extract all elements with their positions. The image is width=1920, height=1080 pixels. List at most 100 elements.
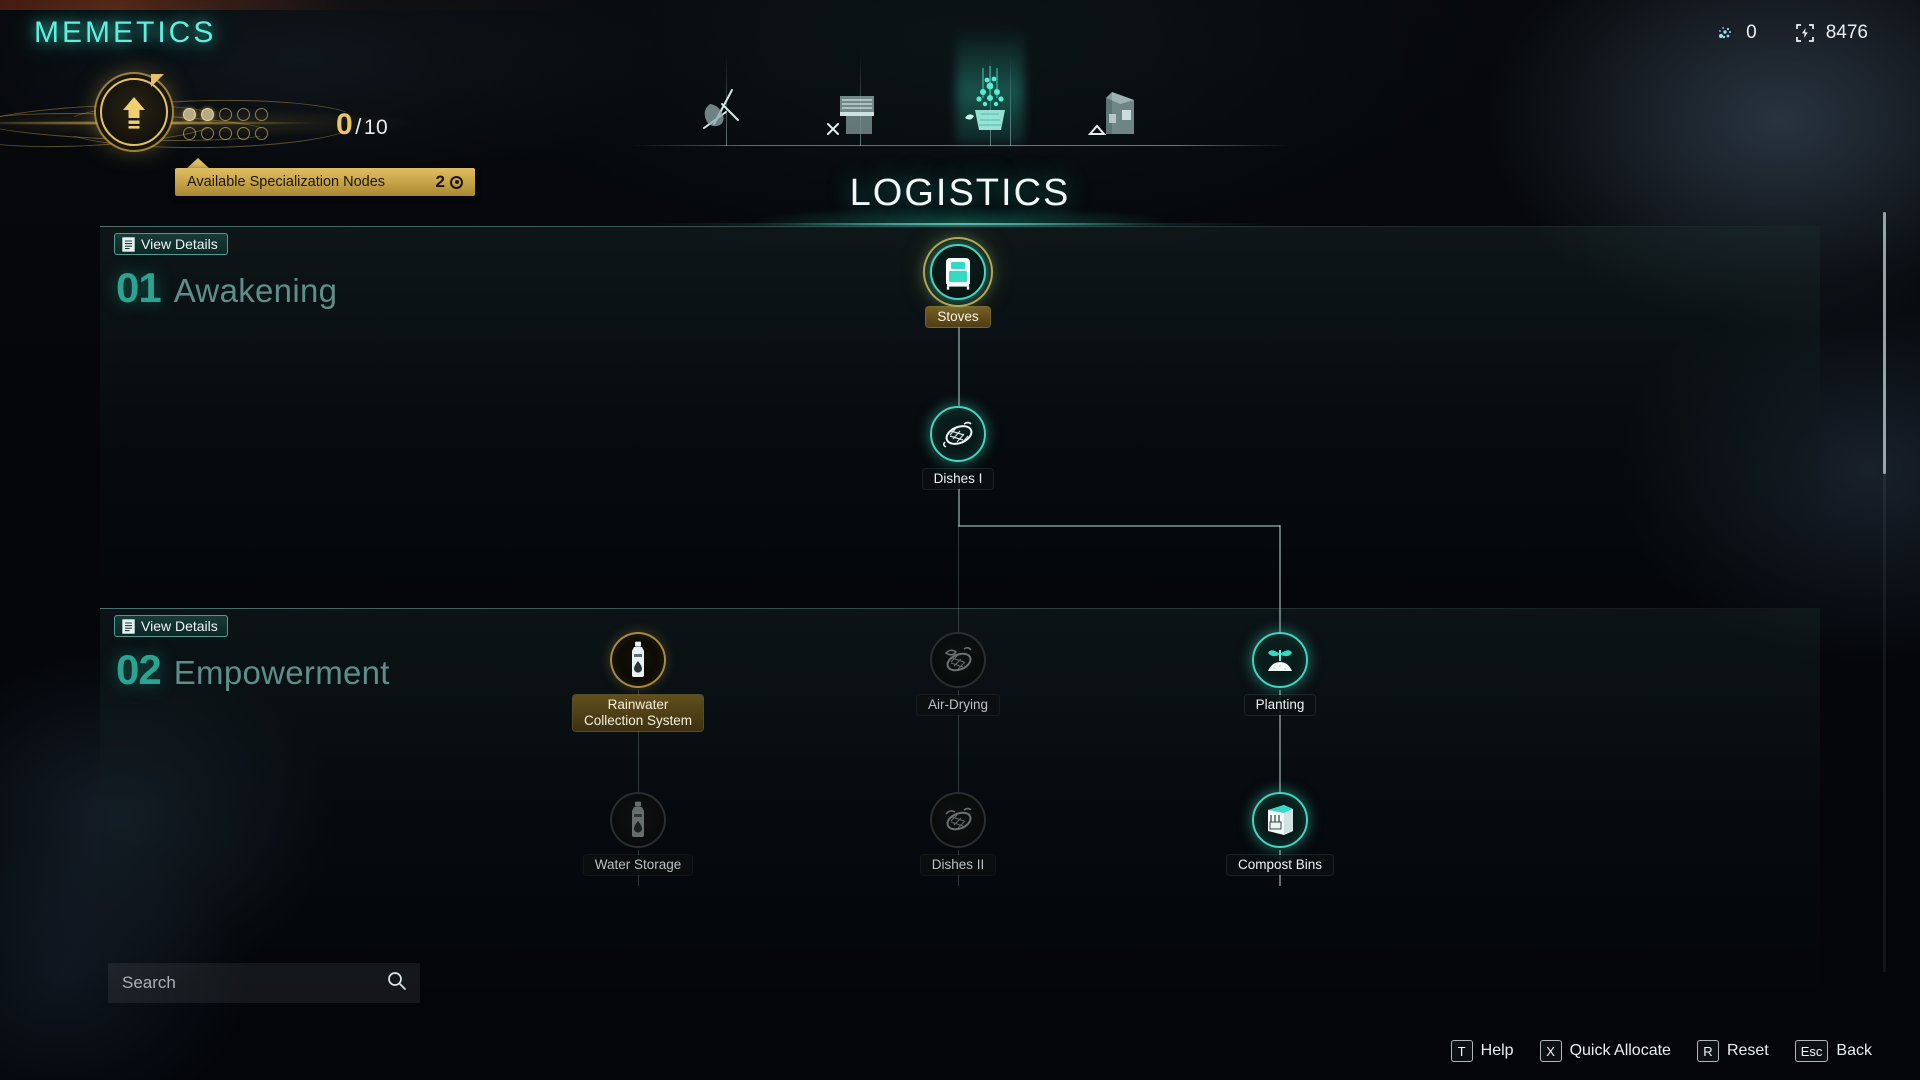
tier-number: 01 xyxy=(116,264,162,311)
top-edge-glow xyxy=(0,0,1920,10)
search-icon[interactable] xyxy=(387,971,406,995)
level-dot xyxy=(183,108,196,121)
water-bottle-icon xyxy=(632,801,644,837)
node-label: Compost Bins xyxy=(1226,855,1334,875)
node-label: Water Storage xyxy=(583,855,693,875)
category-rail xyxy=(630,145,1290,146)
skill-node-dishes-1[interactable]: Dishes I xyxy=(888,406,1028,489)
footer-hints: T Help X Quick Allocate R Reset Esc Back xyxy=(1450,1040,1872,1062)
node-label: Stoves xyxy=(926,307,990,327)
tier-name: Empowerment xyxy=(173,654,390,691)
compost-bin-icon xyxy=(1268,805,1293,835)
level-dot xyxy=(255,127,268,140)
tier-divider xyxy=(100,608,1820,609)
node-ring xyxy=(610,792,666,848)
node-ring xyxy=(930,244,986,300)
drying-meat-icon xyxy=(944,646,972,672)
tier-header-awakening: 01 Awakening xyxy=(116,264,337,312)
skill-node-air-drying[interactable]: Air-Drying xyxy=(888,632,1028,715)
search-box[interactable] xyxy=(108,963,420,1003)
footer-hint-help[interactable]: T Help xyxy=(1450,1040,1514,1062)
skill-node-rainwater-collection-system[interactable]: Rainwater Collection System xyxy=(568,632,708,731)
shards-icon xyxy=(1715,23,1735,43)
level-counter: 0 / 10 xyxy=(336,108,388,142)
footer-hint-reset[interactable]: R Reset xyxy=(1696,1040,1769,1062)
workbench-icon xyxy=(827,96,874,135)
upgrade-arrow-icon xyxy=(123,97,145,129)
seedling-icon xyxy=(1268,650,1292,671)
axe-tool-icon xyxy=(703,89,739,129)
level-progress-dots xyxy=(183,108,272,144)
level-separator: / xyxy=(355,114,362,139)
document-icon xyxy=(122,618,135,634)
node-ring xyxy=(930,406,986,462)
skill-node-stoves[interactable]: Stoves xyxy=(888,244,1028,327)
level-streak-glow xyxy=(0,97,560,153)
page-title: LOGISTICS xyxy=(849,172,1071,214)
hint-label: Back xyxy=(1836,1042,1872,1059)
tier-header-empowerment: 02 Empowerment xyxy=(116,646,390,694)
category-tab-logistics[interactable] xyxy=(946,62,1034,140)
node-ring xyxy=(930,792,986,848)
document-icon xyxy=(122,236,135,252)
hint-label: Reset xyxy=(1726,1042,1769,1059)
house-icon xyxy=(1087,92,1134,135)
dish-food-icon xyxy=(945,807,972,831)
level-max: 10 xyxy=(363,116,389,139)
stove-icon xyxy=(946,258,970,290)
currency-bar: 0 8476 xyxy=(1715,22,1868,44)
category-tab-shelter[interactable] xyxy=(1074,62,1162,140)
keycap: X xyxy=(1539,1040,1562,1062)
water-bottle-icon xyxy=(632,641,644,677)
skill-node-compost-bins[interactable]: Compost Bins xyxy=(1210,792,1350,875)
scrollbar-thumb[interactable] xyxy=(1883,212,1886,474)
level-dot xyxy=(255,108,268,121)
level-progress-widget xyxy=(0,74,560,169)
level-dot xyxy=(219,127,232,140)
currency-shards: 0 xyxy=(1715,22,1757,44)
node-ring xyxy=(1252,792,1308,848)
view-details-button-tier2[interactable]: View Details xyxy=(114,615,228,637)
node-label: Dishes II xyxy=(920,855,996,875)
category-tab-survival[interactable] xyxy=(678,62,766,140)
page-heading-memetics: MEMETICS xyxy=(34,16,217,49)
level-dot xyxy=(237,108,250,121)
level-dot xyxy=(201,108,214,121)
skill-node-water-storage[interactable]: Water Storage xyxy=(568,792,708,875)
planter-crate-icon xyxy=(965,66,1005,130)
level-badge[interactable] xyxy=(100,78,168,146)
node-ring xyxy=(1252,632,1308,688)
category-nav xyxy=(630,56,1290,146)
search-input[interactable] xyxy=(122,973,387,993)
node-label: Dishes I xyxy=(922,469,994,489)
currency-chips-value: 8476 xyxy=(1825,22,1868,43)
chip-icon xyxy=(1795,23,1815,43)
keycap: T xyxy=(1450,1040,1473,1062)
scrollbar-track[interactable] xyxy=(1883,212,1886,972)
skill-node-dishes-2[interactable]: Dishes II xyxy=(888,792,1028,875)
skill-node-planting[interactable]: Planting xyxy=(1210,632,1350,715)
category-tab-crafting[interactable] xyxy=(812,62,900,140)
view-details-label: View Details xyxy=(141,236,218,252)
hint-label: Help xyxy=(1480,1042,1514,1059)
view-details-label: View Details xyxy=(141,618,218,634)
currency-chips: 8476 xyxy=(1795,22,1868,44)
hint-label: Quick Allocate xyxy=(1569,1042,1671,1059)
footer-hint-quick-allocate[interactable]: X Quick Allocate xyxy=(1539,1040,1671,1062)
view-details-button-tier1[interactable]: View Details xyxy=(114,233,228,255)
level-badge-tip xyxy=(151,74,164,87)
node-ring xyxy=(610,632,666,688)
tier-name: Awakening xyxy=(173,272,338,309)
footer-hint-back[interactable]: Esc Back xyxy=(1794,1040,1872,1062)
currency-shards-value: 0 xyxy=(1746,22,1757,43)
tier-divider xyxy=(100,226,1820,227)
node-label: Planting xyxy=(1244,695,1316,715)
tier-number: 02 xyxy=(116,646,162,693)
dish-food-icon xyxy=(942,421,973,448)
keycap: Esc xyxy=(1794,1040,1829,1062)
level-dot xyxy=(219,108,232,121)
node-label: Air-Drying xyxy=(916,695,999,715)
level-current: 0 xyxy=(336,108,354,141)
level-dot xyxy=(237,127,250,140)
level-dot xyxy=(183,127,196,140)
